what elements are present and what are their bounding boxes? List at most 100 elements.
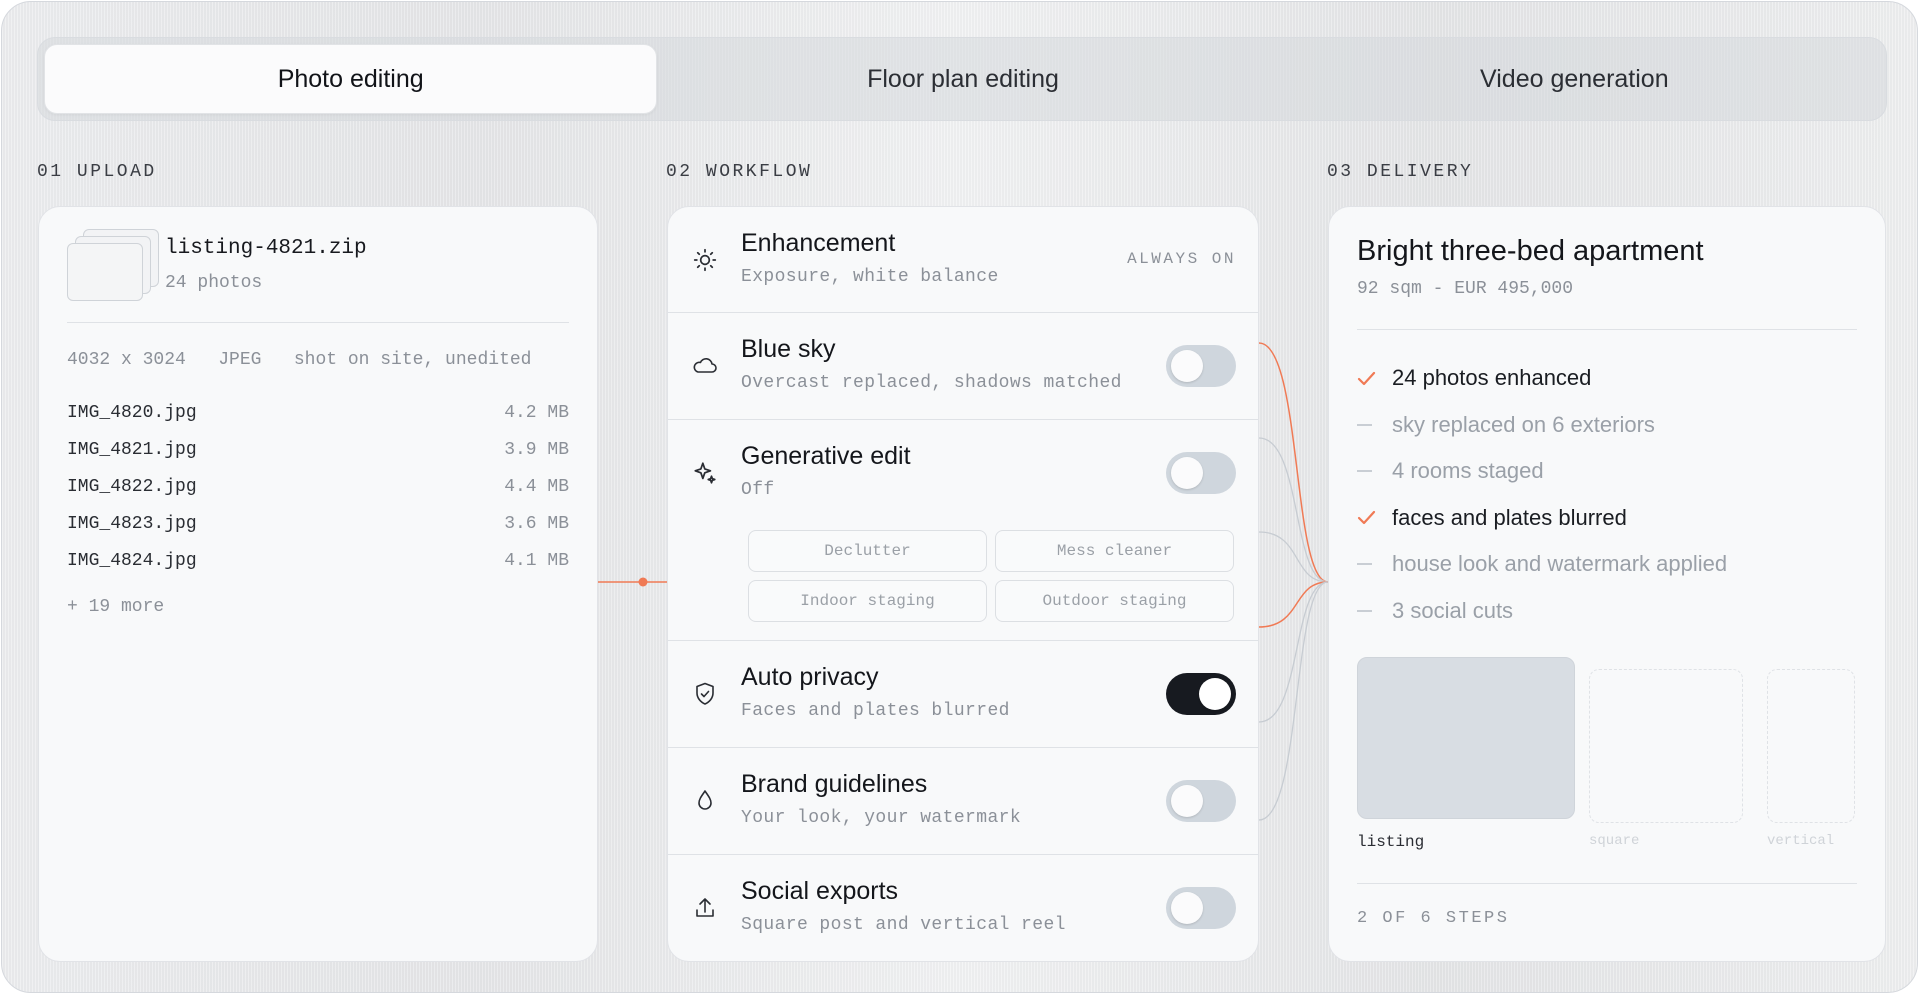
option-mess-cleaner[interactable]: Mess cleaner <box>995 530 1234 572</box>
divider <box>1357 329 1857 330</box>
file-row[interactable]: IMG_4824.jpg 4.1 MB <box>67 551 569 588</box>
checklist-item: 4 rooms staged <box>1357 448 1857 495</box>
workflow-step-generative-edit: Generative edit Off Declutter Mess clean… <box>668 420 1258 641</box>
file-row[interactable]: IMG_4823.jpg 3.6 MB <box>67 514 569 551</box>
dash-icon <box>1357 470 1392 473</box>
connector-generative-edit <box>1258 437 1329 583</box>
connector-auto-privacy <box>1258 581 1329 628</box>
archive-stack-icon <box>67 229 163 303</box>
droplet-icon <box>690 786 720 816</box>
upload-connector-dot <box>638 577 648 587</box>
format-label-listing: listing <box>1357 833 1425 851</box>
dash-icon <box>1357 563 1392 566</box>
dash-icon <box>1357 423 1392 426</box>
upload-icon <box>690 893 720 923</box>
listing-title: Bright three-bed apartment <box>1357 235 1704 267</box>
listing-thumbnail[interactable] <box>1357 657 1575 819</box>
step-title: Auto privacy <box>741 663 879 691</box>
file-size: 3.9 MB <box>504 440 569 460</box>
checklist-item: sky replaced on 6 exteriors <box>1357 402 1857 449</box>
check-icon <box>1357 371 1392 386</box>
checklist-label: sky replaced on 6 exteriors <box>1392 411 1655 437</box>
option-indoor-staging[interactable]: Indoor staging <box>748 580 987 622</box>
file-row[interactable]: IMG_4821.jpg 3.9 MB <box>67 440 569 477</box>
tab-floor-plan-editing[interactable]: Floor plan editing <box>657 44 1268 114</box>
more-files-link[interactable]: + 19 more <box>67 597 164 617</box>
file-name: IMG_4823.jpg <box>67 514 197 534</box>
step-title: Brand guidelines <box>741 770 928 798</box>
connector-blue-sky <box>1258 342 1329 583</box>
file-name: IMG_4821.jpg <box>67 440 197 460</box>
listing-subtitle: 92 sqm - EUR 495,000 <box>1357 279 1574 299</box>
square-thumbnail-placeholder <box>1589 669 1743 823</box>
archive-name[interactable]: listing-4821.zip <box>165 237 367 260</box>
photo-meta: 4032 x 3024 JPEG shot on site, unedited <box>67 350 532 370</box>
checklist-label: faces and plates blurred <box>1392 504 1627 530</box>
file-list: IMG_4820.jpg 4.2 MB IMG_4821.jpg 3.9 MB … <box>67 403 569 588</box>
workflow-step-brand-guidelines: Brand guidelines Your look, your waterma… <box>668 748 1258 855</box>
file-name: IMG_4822.jpg <box>67 477 197 497</box>
vertical-thumbnail-placeholder <box>1767 669 1855 823</box>
checklist-label: house look and watermark applied <box>1392 551 1728 577</box>
checklist-item: 24 photos enhanced <box>1357 355 1857 402</box>
checklist-item: 3 social cuts <box>1357 588 1857 635</box>
delivery-card: Bright three-bed apartment 92 sqm - EUR … <box>1328 206 1886 962</box>
checklist-item: house look and watermark applied <box>1357 541 1857 588</box>
step-subtitle: Your look, your watermark <box>741 808 1022 828</box>
file-size: 4.1 MB <box>504 551 569 571</box>
checklist-label: 24 photos enhanced <box>1392 365 1592 391</box>
generative-edit-toggle[interactable] <box>1166 452 1236 494</box>
cloud-icon <box>690 351 720 381</box>
check-icon <box>1357 510 1392 525</box>
checklist-label: 3 social cuts <box>1392 597 1514 623</box>
format-label-square: square <box>1589 833 1640 849</box>
step-subtitle: Off <box>741 480 775 500</box>
workflow-card: Enhancement Exposure, white balance ALWA… <box>667 206 1259 962</box>
workflow-step-enhancement: Enhancement Exposure, white balance ALWA… <box>668 207 1258 313</box>
tab-video-generation[interactable]: Video generation <box>1269 44 1880 114</box>
mode-tabs: Photo editing Floor plan editing Video g… <box>37 37 1887 121</box>
step-title: Blue sky <box>741 335 836 363</box>
file-row[interactable]: IMG_4822.jpg 4.4 MB <box>67 477 569 514</box>
divider <box>1357 883 1857 884</box>
section-label-delivery: 03 DELIVERY <box>1327 162 1474 182</box>
connector-brand-guidelines <box>1258 581 1329 723</box>
upload-card: listing-4821.zip 24 photos 4032 x 3024 J… <box>38 206 598 962</box>
format-label-vertical: vertical <box>1767 833 1835 849</box>
always-on-badge: ALWAYS ON <box>1127 250 1236 268</box>
step-subtitle: Overcast replaced, shadows matched <box>741 373 1122 393</box>
file-name: IMG_4824.jpg <box>67 551 197 571</box>
auto-privacy-toggle[interactable] <box>1166 673 1236 715</box>
option-outdoor-staging[interactable]: Outdoor staging <box>995 580 1234 622</box>
step-subtitle: Square post and vertical reel <box>741 915 1066 935</box>
option-declutter[interactable]: Declutter <box>748 530 987 572</box>
shield-icon <box>690 679 720 709</box>
file-size: 4.2 MB <box>504 403 569 423</box>
workflow-step-auto-privacy: Auto privacy Faces and plates blurred <box>668 641 1258 748</box>
section-label-upload: 01 UPLOAD <box>37 162 157 182</box>
file-row[interactable]: IMG_4820.jpg 4.2 MB <box>67 403 569 440</box>
step-title: Social exports <box>741 877 899 905</box>
section-label-workflow: 02 WORKFLOW <box>666 162 813 182</box>
checklist-label: 4 rooms staged <box>1392 458 1544 484</box>
file-size: 4.4 MB <box>504 477 569 497</box>
app-frame: Photo editing Floor plan editing Video g… <box>1 1 1918 993</box>
workflow-step-social-exports: Social exports Square post and vertical … <box>668 855 1258 961</box>
connector-social-exports <box>1258 581 1329 821</box>
blue-sky-toggle[interactable] <box>1166 345 1236 387</box>
tab-photo-editing[interactable]: Photo editing <box>44 44 658 114</box>
archive-photo-count: 24 photos <box>165 273 263 293</box>
file-name: IMG_4820.jpg <box>67 403 197 423</box>
sun-icon <box>690 245 720 275</box>
file-size: 3.6 MB <box>504 514 569 534</box>
step-subtitle: Exposure, white balance <box>741 267 999 287</box>
connector-generative-edit-b <box>1258 531 1329 583</box>
step-subtitle: Faces and plates blurred <box>741 701 1010 721</box>
dash-icon <box>1357 609 1392 612</box>
social-exports-toggle[interactable] <box>1166 887 1236 929</box>
brand-guidelines-toggle[interactable] <box>1166 780 1236 822</box>
workflow-step-blue-sky: Blue sky Overcast replaced, shadows matc… <box>668 313 1258 420</box>
step-title: Generative edit <box>741 442 911 470</box>
checklist-item: faces and plates blurred <box>1357 495 1857 542</box>
step-title: Enhancement <box>741 229 896 257</box>
